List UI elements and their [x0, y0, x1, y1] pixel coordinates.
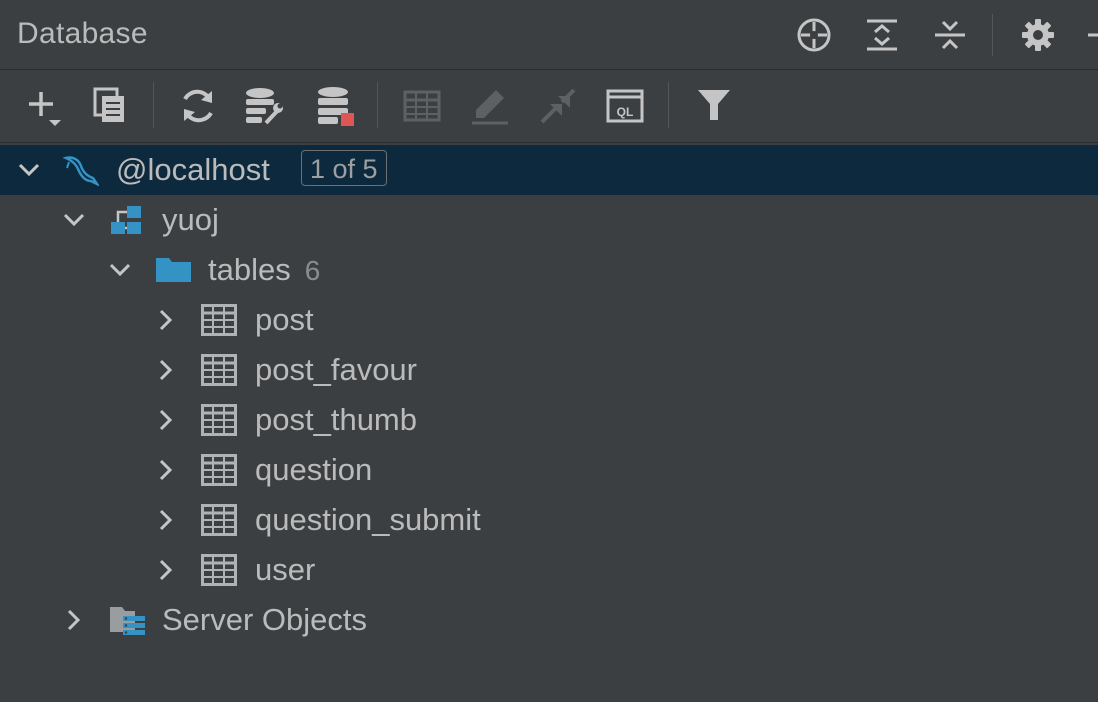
minimize-icon[interactable] — [1088, 17, 1098, 53]
toolbar: QL — [0, 70, 1098, 143]
schema-label: yuoj — [162, 202, 219, 237]
database-stop-icon[interactable] — [315, 86, 355, 126]
table-icon — [201, 404, 237, 436]
refresh-icon[interactable] — [178, 86, 218, 126]
table-row[interactable]: post_thumb — [0, 395, 1098, 445]
edit-icon[interactable] — [470, 86, 510, 126]
toolbar-separator — [668, 82, 669, 128]
table-icon — [201, 354, 237, 386]
chevron-down-icon[interactable] — [17, 158, 41, 182]
table-label: post_favour — [255, 352, 417, 387]
chevron-right-icon[interactable] — [154, 458, 178, 482]
chevron-down-icon[interactable] — [62, 208, 86, 232]
tree-node-server-objects[interactable]: Server Objects — [0, 595, 1098, 645]
table-label: user — [255, 552, 316, 587]
table-label: question — [255, 452, 373, 487]
copy-icon[interactable] — [92, 86, 132, 126]
schema-icon — [109, 204, 145, 236]
tables-count: 6 — [304, 255, 321, 286]
table-view-icon[interactable] — [403, 86, 443, 126]
filter-icon[interactable] — [696, 86, 736, 126]
chevron-right-icon[interactable] — [154, 358, 178, 382]
data-source-properties-icon[interactable] — [244, 86, 284, 126]
header-separator — [992, 14, 993, 56]
table-row[interactable]: post — [0, 295, 1098, 345]
table-icon — [201, 304, 237, 336]
tree-node-host[interactable]: @localhost 1 of 5 — [0, 145, 1098, 195]
query-console-icon[interactable]: QL — [606, 86, 646, 126]
table-row[interactable]: question_submit — [0, 495, 1098, 545]
table-label: question_submit — [255, 502, 481, 537]
tree-node-schema[interactable]: yuoj — [0, 195, 1098, 245]
chevron-right-icon[interactable] — [154, 308, 178, 332]
table-label: post — [255, 302, 314, 337]
chevron-right-icon[interactable] — [154, 408, 178, 432]
chevron-right-icon[interactable] — [62, 608, 86, 632]
table-row[interactable]: post_favour — [0, 345, 1098, 395]
jump-icon[interactable] — [538, 86, 578, 126]
collapse-all-icon[interactable] — [932, 17, 968, 53]
chevron-down-icon[interactable] — [108, 258, 132, 282]
table-icon — [201, 504, 237, 536]
expand-all-icon[interactable] — [864, 17, 900, 53]
table-icon — [201, 554, 237, 586]
table-icon — [201, 454, 237, 486]
table-row[interactable]: question — [0, 445, 1098, 495]
table-label: post_thumb — [255, 402, 417, 437]
tables-folder-label: tables 6 — [208, 252, 320, 288]
host-badge: 1 of 5 — [301, 150, 387, 186]
add-icon[interactable] — [25, 86, 65, 126]
mysql-dolphin-icon — [62, 154, 101, 188]
tables-folder-name: tables — [208, 252, 291, 287]
chevron-right-icon[interactable] — [154, 558, 178, 582]
toolbar-separator — [153, 82, 154, 128]
crosshair-icon[interactable] — [796, 17, 832, 53]
panel-title: Database — [17, 17, 148, 50]
tree-node-tables-folder[interactable]: tables 6 — [0, 245, 1098, 295]
gear-icon[interactable] — [1020, 17, 1056, 53]
panel-header: Database — [0, 0, 1098, 70]
chevron-right-icon[interactable] — [154, 508, 178, 532]
toolbar-separator — [377, 82, 378, 128]
server-objects-label: Server Objects — [162, 602, 368, 637]
server-objects-icon — [109, 604, 145, 636]
folder-icon — [155, 254, 191, 286]
table-row[interactable]: user — [0, 545, 1098, 595]
host-label: @localhost — [116, 152, 270, 187]
svg-text:QL: QL — [617, 105, 634, 119]
